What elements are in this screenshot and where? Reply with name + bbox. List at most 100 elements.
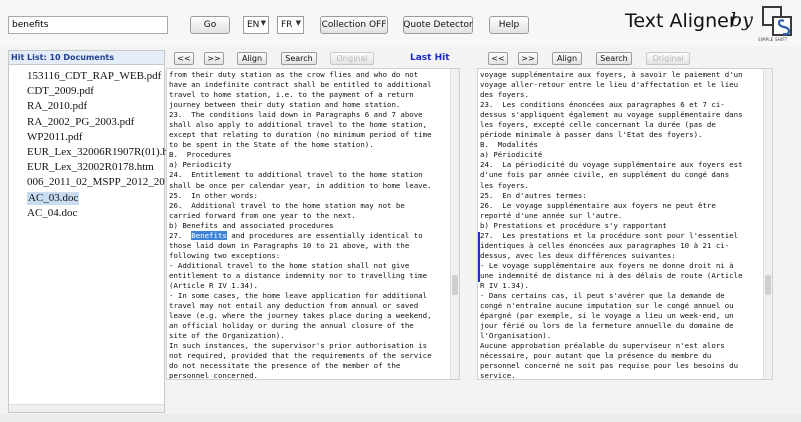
left-original-button[interactable]: Original xyxy=(330,52,374,65)
source-language-value: EN xyxy=(247,20,260,30)
text-line: to be spent in the State of the home sta… xyxy=(169,140,374,150)
hit-list-horizontal-scrollbar[interactable] xyxy=(9,404,164,412)
chevron-down-icon: ▼ xyxy=(295,19,301,27)
last-hit-indicator: Last Hit xyxy=(410,53,450,63)
text-line: 27. Les prestations et la procédure sont… xyxy=(480,230,739,240)
text-line: personnel concerned. xyxy=(169,371,258,380)
text-line: service. xyxy=(480,371,516,380)
text-line: 25. In other words: xyxy=(169,190,258,200)
text-line: (Article R IV 1.34). xyxy=(169,280,258,290)
target-text-scroll-thumb[interactable] xyxy=(765,275,771,295)
text-line: B. Procedures xyxy=(169,150,232,160)
text-line: have an indefinite contract shall be ent… xyxy=(169,80,432,90)
text-line: following two exceptions: xyxy=(169,250,281,260)
text-line: nécessaire, pour autant que la présence … xyxy=(480,351,712,361)
target-text-scrollbar[interactable] xyxy=(763,69,772,379)
document-list-item[interactable]: 006_2011_02_MSPP_2012_2013 xyxy=(27,176,176,189)
text-line: - In some cases, the home leave applicat… xyxy=(169,291,428,301)
text-line: - Le voyage supplémentaire aux foyers ne… xyxy=(480,260,734,270)
text-line: 27. Benefits and procedures are essentia… xyxy=(169,230,423,240)
left-next-hit-button[interactable]: >> xyxy=(204,52,224,65)
text-line: - Dans certains cas, il peut s'avérer qu… xyxy=(480,291,725,301)
collection-toggle-button[interactable]: Collection OFF xyxy=(320,16,388,34)
text-line: 24. La périodicité du voyage supplémenta… xyxy=(480,160,743,170)
left-prev-hit-button[interactable]: << xyxy=(174,52,194,65)
search-hit-highlight: Benefits xyxy=(191,230,227,240)
text-line: shall also apply to additional travel to… xyxy=(169,120,428,130)
text-line: 25. En d'autres termes: xyxy=(480,190,587,200)
text-line: identiques à celles énoncées aux paragra… xyxy=(480,240,730,250)
target-text-pane[interactable]: voyage supplémentaire aux foyers, à savo… xyxy=(477,68,773,380)
left-search-button[interactable]: Search xyxy=(281,52,317,65)
left-align-button[interactable]: Align xyxy=(237,52,267,65)
text-line: an official holiday or during the annual… xyxy=(169,321,414,331)
text-line: voyage supplémentaire aux foyers, à savo… xyxy=(480,70,743,79)
hit-list-header: Hit List: 10 Documents xyxy=(9,51,164,65)
document-list-item[interactable]: CDT_2009.pdf xyxy=(27,85,94,98)
document-list-item[interactable]: EUR_Lex_32006R1907R(01).htm xyxy=(27,146,179,159)
document-list-item[interactable]: AC_04.doc xyxy=(27,207,77,220)
text-line: travel to home station, i.e. to the paym… xyxy=(169,90,414,100)
source-text-scroll-thumb[interactable] xyxy=(452,275,458,295)
document-list-item[interactable]: EUR_Lex_32002R0178.htm xyxy=(27,161,154,174)
app-title: Text Aligner xyxy=(625,10,737,32)
text-line: not required, provided that the requirem… xyxy=(169,351,432,361)
text-line: dessus, avec les deux différences suivan… xyxy=(480,250,676,260)
quote-detector-button[interactable]: Quote Detector xyxy=(403,16,473,34)
document-list-item[interactable]: WP2011.pdf xyxy=(27,131,83,144)
right-search-button[interactable]: Search xyxy=(596,52,632,65)
text-line: shall be once per calendar year, in addi… xyxy=(169,180,432,190)
app-title-by: by xyxy=(730,9,753,31)
go-button[interactable]: Go xyxy=(190,16,230,34)
document-list-item[interactable]: RA_2002_PG_2003.pdf xyxy=(27,116,134,129)
target-language-select[interactable]: FR ▼ xyxy=(277,16,304,34)
text-line: les foyers, excepté celle concernant la … xyxy=(480,120,716,130)
right-align-button[interactable]: Align xyxy=(552,52,582,65)
text-line: from their duty station as the crow flie… xyxy=(169,70,419,79)
search-input[interactable] xyxy=(8,16,168,34)
text-line: site of the Organization). xyxy=(169,331,285,341)
text-line: 23. Les conditions énoncées aux paragrap… xyxy=(480,100,725,110)
source-text-scrollbar[interactable] xyxy=(450,69,459,379)
text-line: In such instances, the supervisor's prio… xyxy=(169,341,428,351)
right-original-button[interactable]: Original xyxy=(646,52,690,65)
text-line: B. Modalités xyxy=(480,140,538,150)
status-strip xyxy=(0,414,801,422)
text-line: d'une fois par année civile, en suppléme… xyxy=(480,170,730,180)
text-line: - Additional travel to the home station … xyxy=(169,260,410,270)
target-language-value: FR xyxy=(281,20,293,30)
text-line: those laid down in Paragraphs 10 to 21 a… xyxy=(169,240,410,250)
text-line: période minimale à passer dans l'Etat de… xyxy=(480,130,703,140)
source-text: from their duty station as the crow flie… xyxy=(169,70,449,380)
text-line: carried forward from one year to the nex… xyxy=(169,210,356,220)
text-line: Aucune approbation préalable du supervis… xyxy=(480,341,725,351)
help-button[interactable]: Help xyxy=(489,16,529,34)
hit-list-panel: Hit List: 10 Documents 153116_CDT_RAP_WE… xyxy=(8,50,179,413)
text-line: les foyers. xyxy=(480,180,529,190)
text-line: 23. The conditions laid down in Paragrap… xyxy=(169,110,423,120)
text-line: R IV 1.34). xyxy=(480,280,529,290)
text-line: 26. Le voyage supplémentaire aux foyers … xyxy=(480,200,716,210)
chevron-down-icon: ▼ xyxy=(260,19,266,27)
right-prev-hit-button[interactable]: << xyxy=(488,52,508,65)
document-list-item[interactable]: 153116_CDT_RAP_WEB.pdf xyxy=(27,70,161,83)
text-line: épargné (par exemple, si le voyage a lie… xyxy=(480,311,734,321)
text-line: reporté d'une année sur l'autre. xyxy=(480,210,623,220)
toolbar: Go EN ▼ FR ▼ Collection OFF Quote Detect… xyxy=(0,0,801,46)
text-line: a) Periodicity xyxy=(169,160,232,170)
document-list-item[interactable]: AC_03.doc xyxy=(27,191,80,205)
text-line: except that relating to duration (no min… xyxy=(169,130,432,140)
text-line: b) Prestations et procédure s'y rapporta… xyxy=(480,220,667,230)
text-line: voyage aller-retour entre le lieu d'affe… xyxy=(480,80,739,90)
text-line: dessus s'appliquent également au voyage … xyxy=(480,110,743,120)
document-list-item[interactable]: RA_2010.pdf xyxy=(27,100,87,113)
text-line: l'Organisation). xyxy=(480,331,552,341)
right-next-hit-button[interactable]: >> xyxy=(518,52,538,65)
text-line: congé n'entraîne aucune imputation sur l… xyxy=(480,301,734,311)
text-line: do not necessitate the presence of the m… xyxy=(169,361,401,371)
text-line: leave (e.g. where the journey takes plac… xyxy=(169,311,432,321)
text-line: 24. Entitlement to additional travel to … xyxy=(169,170,423,180)
source-text-pane[interactable]: from their duty station as the crow flie… xyxy=(166,68,460,380)
source-language-select[interactable]: EN ▼ xyxy=(243,16,269,34)
text-line: a) Périodicité xyxy=(480,150,543,160)
